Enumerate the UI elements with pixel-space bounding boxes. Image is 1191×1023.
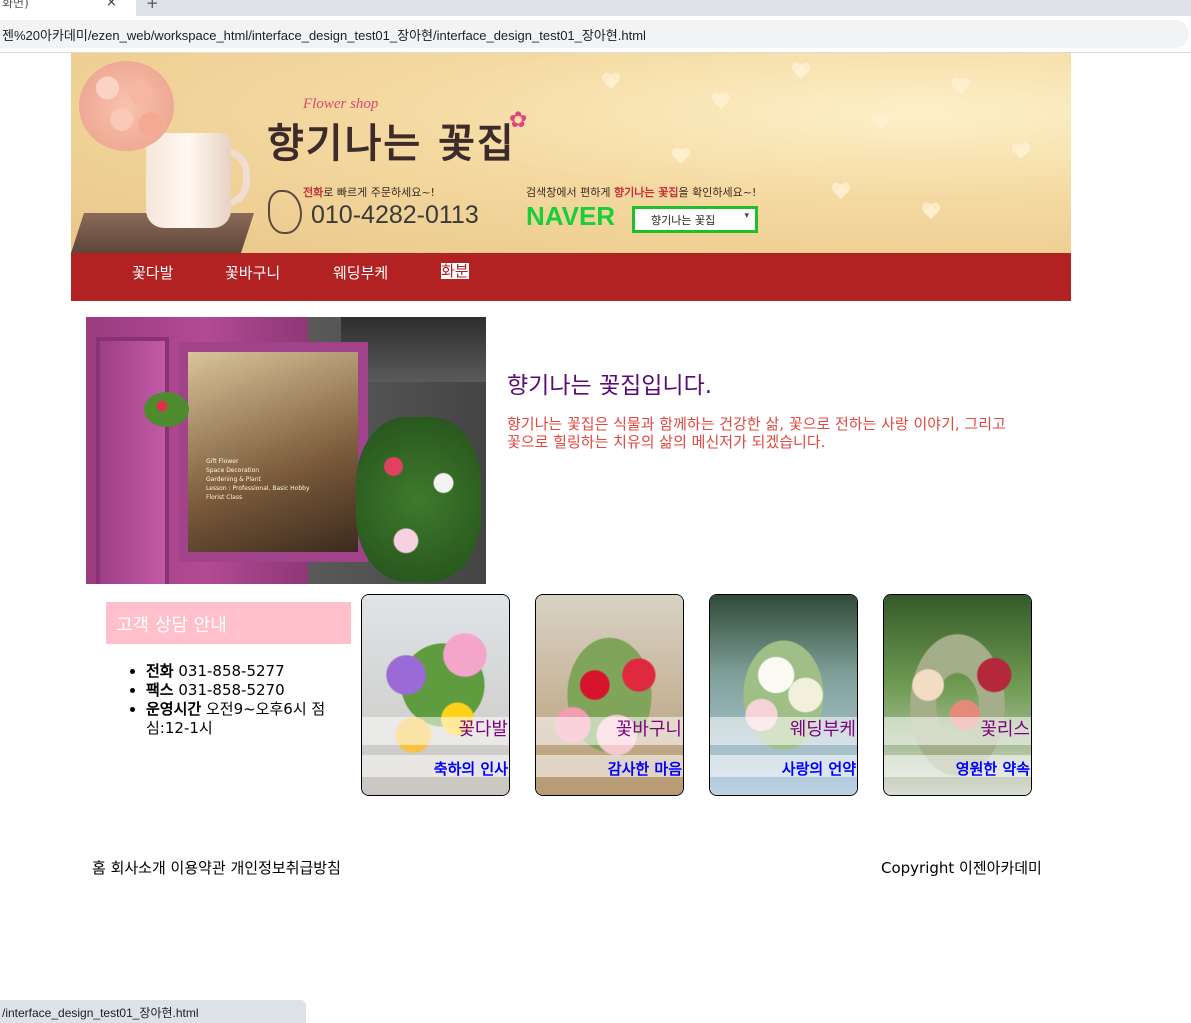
hydrangea-illustration [79, 61, 174, 151]
consult-heading-box: 고객 상담 안내 [106, 602, 351, 644]
card-name: 꽃리스 [980, 719, 1030, 740]
nav-item-wedding-bouquet[interactable]: 웨딩부케 [333, 262, 388, 283]
naver-logo: NAVER [526, 201, 616, 231]
storefront-door [96, 337, 169, 584]
naver-search-query: 향기나는 꽃집 [651, 214, 716, 227]
browser-tab[interactable]: 화면) × [0, 0, 136, 16]
consult-list: 전화 031-858-5277 팩스 031-858-5270 운영시간 오전9… [106, 662, 351, 738]
naver-search-box: 향기나는 꽃집 ▾ [632, 206, 758, 233]
heart-decoration [791, 63, 811, 81]
storefront-sign-line: Space Decoration [206, 467, 260, 474]
consult-value: 031-858-5270 [173, 681, 285, 699]
browser-tab-strip: 화면) × + [0, 0, 1191, 16]
intro-title: 향기나는 꽃집입니다. [507, 373, 713, 399]
card-subtitle: 영원한 약속 [955, 760, 1030, 778]
storefront-plants [356, 417, 481, 582]
product-card-basket[interactable]: 꽃바구니 감사한 마음 [535, 594, 684, 796]
phone-number: 010-4282-0113 [311, 201, 479, 229]
heart-decoration [951, 78, 971, 96]
address-url[interactable]: 젠%20아카데미/ezen_web/workspace_html/interfa… [2, 25, 646, 44]
consult-label: 팩스 [146, 681, 174, 699]
storefront-window [178, 342, 368, 562]
card-name: 웨딩부케 [789, 719, 856, 740]
tab-title: 화면) [2, 0, 29, 10]
nav-item-bouquet[interactable]: 꽃다발 [132, 262, 173, 283]
search-note-post: 을 확인하세요~! [678, 186, 757, 199]
storefront-sign-line: Gift Flower [206, 458, 239, 465]
storefront-sign-line: Gardening & Plant [206, 476, 261, 483]
heart-decoration [871, 113, 891, 131]
phone-note: 전화로 빠르게 주문하세요~! [303, 184, 435, 200]
phone-note-rest: 로 빠르게 주문하세요~! [323, 186, 435, 199]
new-tab-icon[interactable]: + [146, 0, 159, 12]
nav-item-basket[interactable]: 꽃바구니 [225, 262, 280, 283]
heart-decoration [921, 203, 941, 221]
storefront-photo: Gift Flower Space Decoration Gardening &… [86, 317, 486, 584]
product-card-wedding-bouquet[interactable]: 웨딩부케 사랑의 언약 [709, 594, 858, 796]
heart-decoration [671, 148, 691, 166]
jug-illustration [146, 133, 231, 228]
dropdown-arrow-icon: ▾ [744, 211, 749, 221]
address-bar: 젠%20아카데미/ezen_web/workspace_html/interfa… [0, 16, 1191, 53]
status-url: /interface_design_test01_장아현.html [2, 1006, 199, 1020]
card-name: 꽃다발 [458, 719, 508, 740]
card-subtitle: 감사한 마음 [607, 760, 682, 778]
header-banner: Flower shop 향기나는 꽃집 ✿ 전화로 빠르게 주문하세요~! 01… [71, 53, 1071, 253]
consult-value: 031-858-5277 [173, 662, 285, 680]
hanging-basket [144, 392, 189, 427]
card-subtitle: 사랑의 언약 [781, 760, 856, 778]
storefront-sign-line: Florist Class [206, 494, 243, 501]
heart-decoration [601, 73, 621, 91]
storefront-sign-line: Lesson : Professional, Basic Hobby [206, 485, 310, 492]
consult-item-hours: 운영시간 오전9~오후6시 점심:12-1시 [146, 700, 351, 738]
consult-item-phone: 전화 031-858-5277 [146, 662, 351, 681]
heart-decoration [831, 183, 851, 201]
tab-close-icon[interactable]: × [106, 0, 117, 10]
main-nav: 꽃다발 꽃바구니 웨딩부케 화분 [71, 253, 1071, 301]
card-subtitle: 축하의 인사 [433, 760, 508, 778]
consult-title: 고객 상담 안내 [116, 615, 227, 636]
heart-decoration [711, 93, 731, 111]
phone-note-bold: 전화 [303, 186, 324, 199]
consult-item-fax: 팩스 031-858-5270 [146, 681, 351, 700]
flower-star-icon: ✿ [509, 108, 528, 133]
footer-copyright: Copyright 이젠아카데미 [881, 859, 1042, 877]
nav-item-pot[interactable]: 화분 [441, 263, 469, 279]
consult-label: 전화 [146, 662, 174, 680]
product-card-wreath[interactable]: 꽃리스 영원한 약속 [883, 594, 1032, 796]
search-note-pre: 검색창에서 편하게 [526, 186, 614, 199]
consult-label: 운영시간 [146, 700, 202, 718]
intro-text: 향기나는 꽃집은 식물과 함께하는 건강한 삶, 꽃으로 전하는 사랑 이야기,… [507, 415, 1006, 451]
search-note: 검색창에서 편하게 향기나는 꽃집을 확인하세요~! [526, 184, 756, 200]
phone-icon [268, 190, 302, 234]
product-card-bouquet[interactable]: 꽃다발 축하의 인사 [361, 594, 510, 796]
storefront-sign: Gift Flower Space Decoration Gardening &… [206, 457, 310, 502]
card-name: 꽃바구니 [615, 719, 682, 740]
search-note-bold: 향기나는 꽃집 [613, 186, 679, 199]
heart-decoration [1011, 143, 1031, 161]
status-bar: /interface_design_test01_장아현.html [0, 1000, 306, 1023]
footer-links[interactable]: 홈 회사소개 이용약관 개인정보취급방침 [92, 857, 341, 878]
shop-name-korean: 향기나는 꽃집 [267, 120, 516, 167]
